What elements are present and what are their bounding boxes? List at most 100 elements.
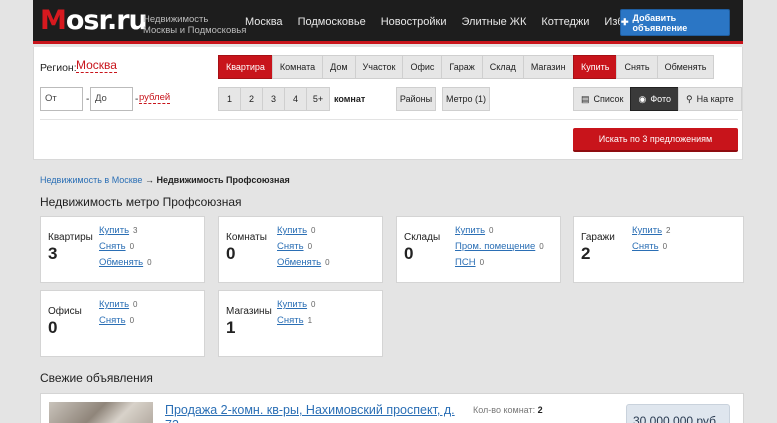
nav-moscow-region[interactable]: Подмосковье — [298, 16, 366, 28]
listing-photo[interactable] — [49, 402, 153, 423]
card-link-count: 0 — [539, 242, 544, 251]
card-link-count: 0 — [129, 316, 135, 325]
card-title: Офисы — [48, 306, 82, 317]
price-to-input[interactable]: До — [90, 87, 133, 111]
price-from-input[interactable]: От — [40, 87, 83, 111]
card-link-count: 0 — [147, 258, 152, 267]
type-garage[interactable]: Гараж — [441, 55, 482, 79]
currency-selector[interactable]: рублей — [139, 92, 171, 104]
nav-elite[interactable]: Элитные ЖК — [461, 16, 526, 28]
type-warehouse[interactable]: Склад — [481, 55, 523, 79]
category-card-garages: Гаражи 2 Купить 2 Снять 0 — [573, 216, 744, 283]
card-link[interactable]: Снять — [99, 315, 126, 326]
listing-card: Продажа 2-комн. кв-ры, Нахимовский просп… — [40, 393, 744, 423]
plus-icon: ✚ — [621, 17, 629, 27]
breadcrumb: Недвижимость в Москве → Недвижимость Про… — [40, 175, 290, 185]
card-link-count: 2 — [666, 226, 671, 235]
filter-divider — [40, 119, 738, 120]
type-room[interactable]: Комната — [271, 55, 323, 79]
type-land[interactable]: Участок — [354, 55, 403, 79]
card-title: Гаражи — [581, 232, 615, 243]
listing-price: 30 000 000 руб — [626, 404, 730, 423]
type-shop[interactable]: Магазин — [522, 55, 574, 79]
card-link-count: 0 — [311, 226, 316, 235]
category-card-flats: Квартиры 3 Купить 3 Снять 0 Обменять 0 — [40, 216, 205, 283]
listing-title[interactable]: Продажа 2-комн. кв-ры, Нахимовский просп… — [165, 403, 465, 423]
card-link-count: 0 — [133, 300, 138, 309]
card-title: Квартиры — [48, 232, 93, 243]
card-count: 0 — [404, 244, 414, 263]
nav-cottages[interactable]: Коттеджи — [541, 16, 589, 28]
rooms-2[interactable]: 2 — [240, 87, 262, 111]
card-link-count: 3 — [133, 226, 138, 235]
card-link[interactable]: ПСН — [455, 257, 476, 268]
card-link[interactable]: Купить — [277, 225, 307, 236]
card-link[interactable]: Снять — [99, 241, 126, 252]
rooms-4[interactable]: 4 — [284, 87, 306, 111]
type-office[interactable]: Офис — [402, 55, 442, 79]
rooms-1[interactable]: 1 — [218, 87, 240, 111]
deal-buy[interactable]: Купить — [573, 55, 617, 79]
card-link-count: 0 — [325, 258, 330, 267]
search-button[interactable]: Искать по 3 предложениям — [573, 128, 738, 152]
card-link[interactable]: Снять — [277, 241, 304, 252]
card-link[interactable]: Купить — [632, 225, 662, 236]
card-link[interactable]: Купить — [455, 225, 485, 236]
card-title: Магазины — [226, 306, 272, 317]
card-link[interactable]: Купить — [99, 225, 129, 236]
view-photo[interactable]: ◉ Фото — [630, 87, 679, 111]
view-list[interactable]: ▤ Список — [573, 87, 631, 111]
region-label: Регион: — [40, 62, 77, 74]
view-map[interactable]: ⚲ На карте — [678, 87, 742, 111]
category-card-rooms: Комнаты 0 Купить 0 Снять 0 Обменять 0 — [218, 216, 383, 283]
site-tagline: Недвижимость Москвы и Подмосковья — [143, 14, 247, 36]
site-logo[interactable]: Mosr.ru — [40, 6, 148, 36]
card-link[interactable]: Снять — [277, 315, 304, 326]
card-link[interactable]: Снять — [632, 241, 659, 252]
card-title: Склады — [404, 232, 441, 243]
districts-button[interactable]: Районы — [396, 87, 436, 111]
rooms-5-plus[interactable]: 5+ — [306, 87, 330, 111]
card-link-count: 0 — [479, 258, 485, 267]
category-card-offices: Офисы 0 Купить 0 Снять 0 — [40, 290, 205, 357]
region-selector[interactable]: Москва — [76, 59, 117, 73]
metro-button[interactable]: Метро (1) — [442, 87, 490, 111]
rooms-label: комнат — [334, 94, 366, 104]
card-link-count: 1 — [307, 316, 313, 325]
breadcrumb-link[interactable]: Недвижимость в Москве — [40, 175, 142, 185]
card-link-count: 0 — [489, 226, 494, 235]
rooms-3[interactable]: 3 — [262, 87, 284, 111]
card-link-count: 0 — [311, 300, 316, 309]
breadcrumb-current: Недвижимость Профсоюзная — [156, 175, 290, 185]
card-link-count: 0 — [129, 242, 135, 251]
category-card-warehouses: Склады 0 Купить 0 Пром. помещение 0 ПСН 0 — [396, 216, 561, 283]
deal-type-group: Купить Снять Обменять — [573, 55, 715, 79]
rooms-group: 1 2 3 4 5+ — [218, 87, 330, 111]
card-count: 2 — [581, 244, 591, 263]
card-link-count: 0 — [307, 242, 313, 251]
card-link[interactable]: Купить — [99, 299, 129, 310]
camera-icon: ◉ — [638, 93, 647, 104]
search-filter: Регион: Москва От - До - рублей Квартира… — [33, 47, 743, 160]
view-mode-group: ▤ Список ◉ Фото ⚲ На карте — [573, 87, 742, 111]
page-title: Недвижимость метро Профсоюзная — [40, 195, 242, 209]
deal-exchange[interactable]: Обменять — [656, 55, 715, 79]
card-title: Комнаты — [226, 232, 267, 243]
nav-new-buildings[interactable]: Новостройки — [381, 16, 447, 28]
list-icon: ▤ — [581, 93, 590, 104]
deal-rent[interactable]: Снять — [616, 55, 657, 79]
category-card-shops: Магазины 1 Купить 0 Снять 1 — [218, 290, 383, 357]
map-pin-icon: ⚲ — [686, 93, 693, 104]
card-link[interactable]: Обменять — [99, 257, 143, 268]
main-nav: Москва Подмосковье Новостройки Элитные Ж… — [245, 16, 675, 28]
card-link[interactable]: Пром. помещение — [455, 241, 535, 252]
card-link[interactable]: Обменять — [277, 257, 321, 268]
property-type-group: Квартира Комната Дом Участок Офис Гараж … — [218, 55, 574, 79]
price-dash: - — [86, 94, 90, 105]
type-flat[interactable]: Квартира — [218, 55, 272, 79]
type-house[interactable]: Дом — [322, 55, 355, 79]
card-link[interactable]: Купить — [277, 299, 307, 310]
nav-moscow[interactable]: Москва — [245, 16, 283, 28]
add-listing-button[interactable]: ✚ Добавить объявление — [620, 9, 730, 36]
card-count: 3 — [48, 244, 58, 263]
